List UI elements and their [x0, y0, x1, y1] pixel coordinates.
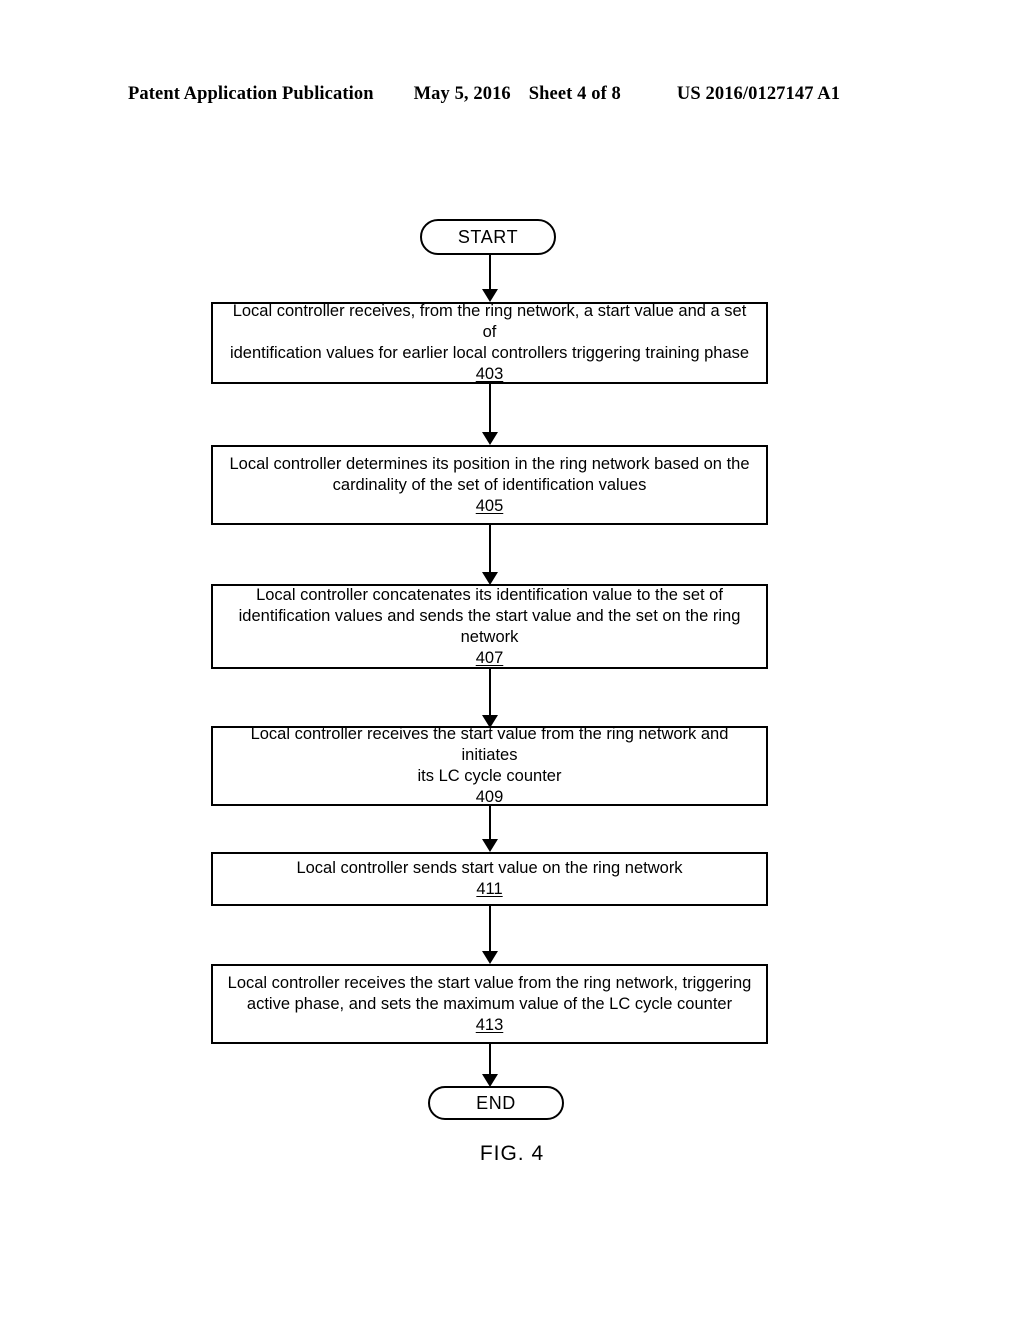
process-ref-405: 405	[475, 496, 504, 515]
process-ref-411: 411	[476, 880, 503, 898]
connector-403-to-405	[489, 384, 491, 432]
process-ref-407: 407	[475, 648, 504, 667]
connector-405-to-407	[489, 525, 491, 572]
flowchart-end-terminator: END	[428, 1086, 564, 1120]
process-ref-413: 413	[475, 1015, 504, 1034]
process-text-411: Local controller sends start value on th…	[296, 859, 683, 877]
process-text-407: Local controller concatenates its identi…	[238, 585, 741, 646]
process-text-403: Local controller receives, from the ring…	[229, 302, 750, 362]
process-text-409: Local controller receives the start valu…	[250, 725, 729, 785]
figure-caption: FIG. 4	[479, 1142, 545, 1165]
connector-411-to-413	[489, 906, 491, 951]
start-label: START	[457, 226, 519, 247]
process-box-409: Local controller receives the start valu…	[211, 725, 768, 806]
process-ref-409: 409	[475, 788, 504, 806]
process-box-403: Local controller receives, from the ring…	[211, 302, 768, 384]
process-box-407: Local controller concatenates its identi…	[211, 584, 768, 669]
connector-407-to-409	[489, 669, 491, 715]
connector-409-to-411	[489, 806, 491, 839]
end-label: END	[476, 1092, 516, 1113]
process-box-405: Local controller determines its position…	[211, 445, 768, 525]
connector-start-to-403	[489, 255, 491, 289]
arrowhead-411-to-413	[482, 951, 498, 964]
process-text-405: Local controller determines its position…	[229, 454, 750, 494]
process-text-413: Local controller receives the start valu…	[227, 973, 752, 1013]
process-ref-403: 403	[475, 365, 504, 383]
flowchart-start-terminator: START	[420, 219, 556, 255]
connector-413-to-end	[489, 1044, 491, 1074]
flowchart-diagram: START Local controller receives, from th…	[0, 0, 1024, 1320]
arrowhead-409-to-411	[482, 839, 498, 852]
process-box-411: Local controller sends start value on th…	[211, 852, 768, 906]
process-box-413: Local controller receives the start valu…	[211, 964, 768, 1044]
arrowhead-403-to-405	[482, 432, 498, 445]
